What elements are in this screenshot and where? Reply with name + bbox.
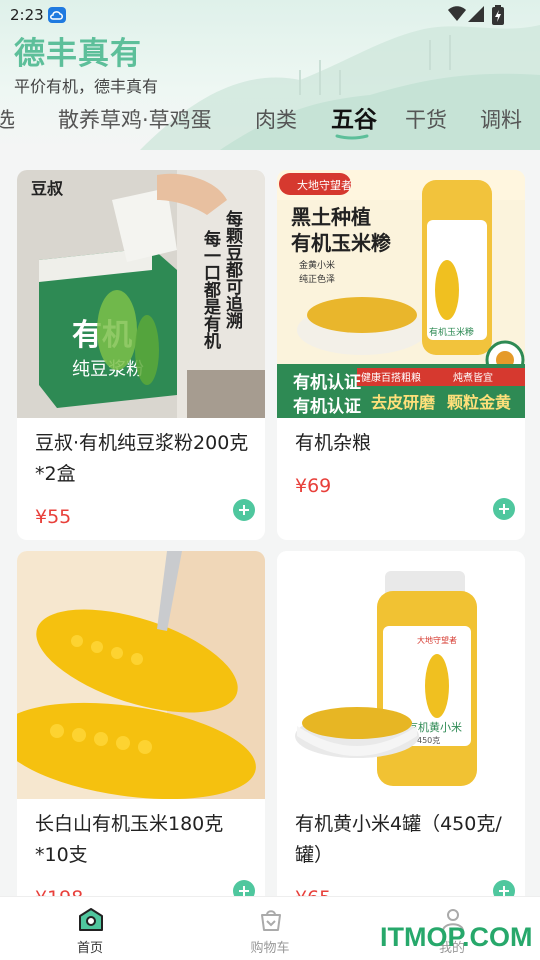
cloud-notification-icon	[48, 7, 66, 23]
image-text-slogan-1: 每颗豆都可追溯	[222, 209, 244, 330]
image-text-tag-2: 炖煮皆宜	[453, 371, 493, 384]
tab-grains[interactable]: 五谷	[331, 100, 377, 134]
battery-icon	[492, 5, 504, 25]
image-text-heading-2: 有机玉米糁	[291, 231, 391, 255]
nav-home[interactable]: 首页	[30, 897, 150, 960]
cart-icon	[261, 910, 281, 931]
product-name[interactable]: 豆叔·有机纯豆浆粉200克*2盒	[35, 428, 255, 490]
product-image[interactable]	[17, 551, 265, 799]
product-name[interactable]: 长白山有机玉米180克*10支	[35, 809, 255, 871]
product-card[interactable]: 大地守望者 有机黄小米 450克 有机黄小米4罐（450克/罐） ¥65	[277, 551, 525, 911]
product-name[interactable]: 有机杂粮	[295, 428, 515, 459]
watermark: ITMOP.COM	[380, 922, 533, 952]
add-to-cart-button[interactable]	[233, 499, 255, 521]
product-name[interactable]: 有机黄小米4罐（450克/罐）	[295, 809, 515, 871]
brand-subtitle: 平价有机，德丰真有	[14, 77, 159, 96]
signal-icon	[468, 6, 484, 22]
tab-dried-goods[interactable]: 干货	[405, 104, 447, 134]
tab-free-range-chicken[interactable]: 散养草鸡·草鸡蛋	[58, 104, 212, 134]
wifi-icon	[448, 6, 466, 21]
product-image[interactable]: 大地守望者 有机黄小米 450克	[277, 551, 525, 799]
tab-partial[interactable]: 选	[0, 104, 15, 134]
tab-seasoning[interactable]: 调料	[480, 104, 522, 134]
product-image[interactable]: 大地守望者 黑土种植 有机玉米糁 金黄小米 纯正色泽 有机玉米糁 有机认证 有机…	[277, 170, 525, 418]
image-text-slogan-2: 每一口都是有机	[200, 229, 222, 350]
image-text-feature-1: 金黄小米	[299, 259, 335, 271]
image-text-brand: 豆叔	[31, 179, 64, 198]
nav-cart-label: 购物车	[250, 941, 290, 956]
nav-cart[interactable]: 购物车	[210, 897, 330, 960]
brand-title: 德丰真有	[14, 36, 142, 72]
add-to-cart-button[interactable]	[493, 498, 515, 520]
product-price: ¥55	[35, 506, 72, 528]
image-text-cert-2: 有机认证	[293, 396, 361, 417]
image-text-feature-2: 纯正色泽	[299, 273, 335, 285]
image-text-cert-1: 有机认证	[293, 372, 361, 393]
image-text-jar-label: 有机玉米糁	[429, 326, 474, 338]
header: 2:23 德丰真有 平价有机，德丰真有 选 散养草鸡·草鸡蛋 肉类 五谷 干货 …	[0, 0, 540, 150]
home-icon	[79, 908, 103, 931]
product-card[interactable]: 豆叔 有机 纯豆浆粉 每颗豆都可追溯 每一口都是有机 豆叔·有机纯豆浆粉200克…	[17, 170, 265, 540]
product-image[interactable]: 豆叔 有机 纯豆浆粉 每颗豆都可追溯 每一口都是有机	[17, 170, 265, 418]
image-text-quality: 颗粒金黄	[447, 393, 511, 412]
image-text-process: 去皮研磨	[371, 393, 435, 412]
status-time: 2:23	[10, 6, 44, 24]
image-text-brand: 大地守望者	[417, 635, 457, 645]
image-text-brand: 大地守望者	[297, 178, 352, 192]
image-text-heading-1: 黑土种植	[291, 205, 371, 229]
product-price: ¥69	[295, 475, 332, 497]
active-tab-indicator	[335, 134, 369, 140]
product-card[interactable]: 长白山有机玉米180克*10支 ¥198	[17, 551, 265, 911]
category-tabs: 选 散养草鸡·草鸡蛋 肉类 五谷 干货 调料	[0, 96, 540, 144]
tab-meat[interactable]: 肉类	[255, 104, 297, 134]
nav-home-label: 首页	[76, 941, 103, 956]
status-bar: 2:23	[0, 0, 540, 30]
image-text-tag-1: 健康百搭粗粮	[361, 371, 421, 384]
image-text-weight: 450克	[417, 736, 440, 745]
product-card[interactable]: 大地守望者 黑土种植 有机玉米糁 金黄小米 纯正色泽 有机玉米糁 有机认证 有机…	[277, 170, 525, 540]
